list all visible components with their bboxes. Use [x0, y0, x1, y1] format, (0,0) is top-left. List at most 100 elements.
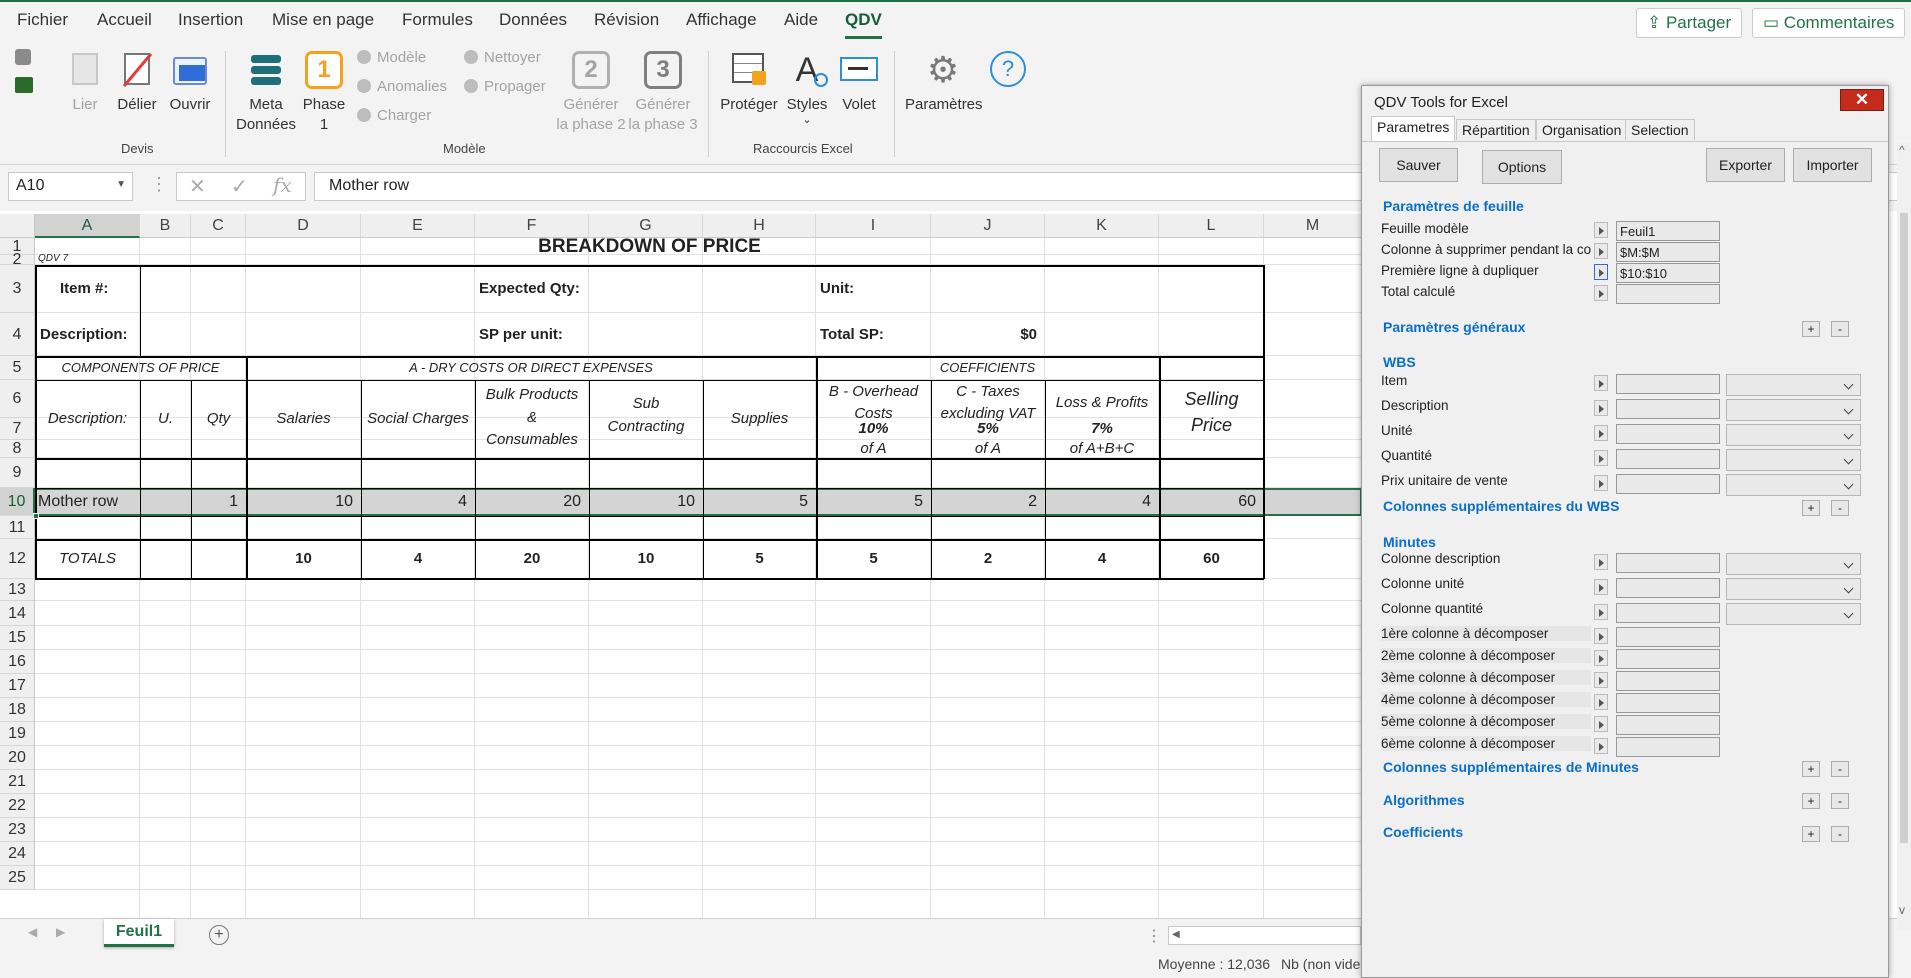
section-parametres-feuille[interactable]: Paramètres de feuille — [1383, 198, 1524, 214]
lier-button[interactable]: Lier — [63, 51, 107, 115]
header-loss-rate[interactable]: 7% — [1045, 418, 1159, 440]
header-overhead-base[interactable]: of A — [816, 440, 931, 458]
sheet-icon[interactable] — [15, 77, 33, 93]
column-header[interactable]: I — [816, 214, 931, 238]
wbs-description-input[interactable] — [1616, 399, 1720, 419]
cell-mother-sub[interactable]: 10 — [589, 488, 695, 516]
enter-icon[interactable]: ✓ — [231, 174, 248, 199]
cell-mother-qty[interactable]: 1 — [191, 488, 238, 516]
arrow-icon[interactable] — [1594, 694, 1608, 710]
add-sheet-icon[interactable]: + — [209, 925, 229, 945]
column-header[interactable]: K — [1045, 214, 1159, 238]
row-header[interactable]: 8 — [0, 440, 35, 458]
section-algorithmes[interactable]: Algorithmes — [1383, 792, 1465, 808]
colonne-supprimer-input[interactable]: $M:$M — [1616, 242, 1720, 262]
expand-button[interactable]: + — [1802, 321, 1820, 337]
share-button[interactable]: ⇪ Partager — [1636, 8, 1743, 38]
header-loss-profits[interactable]: Loss & Profits — [1045, 392, 1159, 414]
cell-mother-social[interactable]: 4 — [361, 488, 467, 516]
header-overhead-rate[interactable]: 10% — [816, 418, 931, 440]
styles-button[interactable]: A Styles ⌄ — [783, 51, 831, 126]
menu-qdv[interactable]: QDV — [845, 10, 882, 39]
horizontal-scrollbar[interactable]: ◀ — [1168, 926, 1361, 945]
wbs-quantite-combo[interactable] — [1726, 449, 1861, 471]
proteger-button[interactable]: Protéger — [718, 51, 780, 115]
min-unite-combo[interactable] — [1726, 578, 1861, 600]
collapse-button[interactable]: - — [1831, 826, 1849, 842]
menu-fichier[interactable]: Fichier — [17, 10, 68, 30]
arrow-icon[interactable] — [1594, 716, 1608, 732]
feuille-modele-input[interactable]: Feuil1 — [1616, 221, 1720, 241]
ouvrir-button[interactable]: Ouvrir — [166, 51, 214, 115]
wbs-item-combo[interactable] — [1726, 374, 1861, 396]
wbs-unite-input[interactable] — [1616, 424, 1720, 444]
arrow-icon[interactable] — [1594, 264, 1608, 280]
row-header[interactable]: 16 — [0, 650, 35, 674]
volet-button[interactable]: Volet — [838, 51, 880, 115]
row-header[interactable]: 23 — [0, 818, 35, 842]
select-all-corner[interactable] — [0, 214, 35, 238]
dec3-input[interactable] — [1616, 671, 1720, 691]
row-header[interactable]: 9 — [0, 458, 35, 488]
column-header[interactable]: J — [931, 214, 1045, 238]
header-bulk-products[interactable]: Bulk Products — [475, 383, 589, 406]
wbs-unite-combo[interactable] — [1726, 424, 1861, 446]
row-header[interactable]: 2 — [0, 252, 35, 268]
arrow-icon[interactable] — [1594, 475, 1608, 491]
tab-repartition[interactable]: Répartition — [1456, 119, 1536, 140]
dec5-input[interactable] — [1616, 715, 1720, 735]
row-header[interactable]: 24 — [0, 842, 35, 866]
row-header[interactable]: 19 — [0, 722, 35, 746]
collapse-button[interactable]: - — [1831, 321, 1849, 337]
tab-parametres[interactable]: Parametres — [1371, 116, 1456, 141]
header-subcontracting[interactable]: Sub — [589, 392, 703, 415]
cell-totals-bulk[interactable]: 20 — [475, 539, 589, 579]
column-header[interactable]: M — [1264, 214, 1362, 238]
nettoyer-button[interactable]: Nettoyer — [464, 49, 541, 66]
row-header[interactable]: 7 — [0, 418, 35, 440]
min-qte-combo[interactable] — [1726, 603, 1861, 625]
cell-mother-taxes[interactable]: 2 — [931, 488, 1037, 516]
header-overhead[interactable]: B - Overhead — [816, 381, 931, 403]
cell-mother-selling[interactable]: 60 — [1159, 488, 1256, 516]
cell-totals-selling[interactable]: 60 — [1159, 539, 1264, 579]
row-header[interactable]: 14 — [0, 601, 35, 626]
column-header[interactable]: A — [35, 214, 140, 238]
help-icon[interactable]: ? — [990, 51, 1026, 87]
fill-handle[interactable] — [33, 513, 39, 519]
cell-qdv[interactable]: QDV 7 — [38, 253, 138, 265]
arrow-icon[interactable] — [1594, 450, 1608, 466]
premiere-ligne-input[interactable]: $10:$10 — [1616, 263, 1720, 283]
expand-button[interactable]: + — [1802, 761, 1820, 777]
row-header[interactable]: 12 — [0, 539, 35, 579]
sauver-button[interactable]: Sauver — [1379, 148, 1458, 182]
cell-expected-label[interactable]: Expected Qty: — [479, 265, 599, 313]
generer-phase3-button[interactable]: 3 Générer la phase 3 — [627, 51, 699, 135]
cell-mother-loss[interactable]: 4 — [1045, 488, 1151, 516]
section-parametres-generaux[interactable]: Paramètres généraux — [1383, 319, 1525, 335]
header-qty[interactable]: Qty — [191, 380, 246, 458]
column-header[interactable]: D — [246, 214, 361, 238]
cell-coefficients-header[interactable]: COEFFICIENTS — [816, 356, 1159, 380]
min-qte-input[interactable] — [1616, 603, 1720, 623]
cell-totals-supplies[interactable]: 5 — [703, 539, 816, 579]
cell-totals-loss[interactable]: 4 — [1045, 539, 1159, 579]
sheet-title[interactable]: BREAKDOWN OF PRICE — [35, 238, 1264, 255]
cell-item-label[interactable]: Item #: — [60, 265, 160, 313]
cell-mother-salaries[interactable]: 10 — [246, 488, 353, 516]
row-header[interactable]: 20 — [0, 746, 35, 770]
header-description[interactable]: Description: — [35, 380, 140, 458]
arrow-icon[interactable] — [1594, 650, 1608, 666]
arrow-icon[interactable] — [1594, 579, 1608, 595]
menu-mise-en-page[interactable]: Mise en page — [272, 10, 374, 30]
collapse-button[interactable]: - — [1831, 761, 1849, 777]
collapse-button[interactable]: - — [1831, 500, 1849, 516]
options-button[interactable]: Options — [1482, 150, 1562, 184]
dec1-input[interactable] — [1616, 627, 1720, 647]
wbs-prix-input[interactable] — [1616, 474, 1720, 494]
menu-affichage[interactable]: Affichage — [686, 10, 757, 30]
header-selling-price[interactable]: Selling — [1159, 386, 1264, 412]
parametres-button[interactable]: ⚙ Paramètres — [905, 51, 983, 115]
row-header[interactable]: 25 — [0, 866, 35, 890]
menu-aide[interactable]: Aide — [784, 10, 818, 30]
